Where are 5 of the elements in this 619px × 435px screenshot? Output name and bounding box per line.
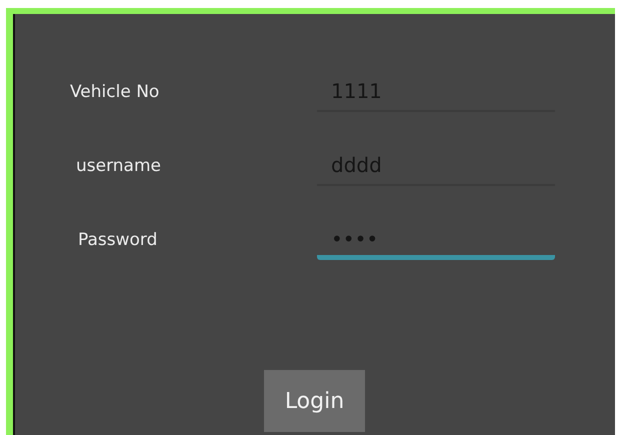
field-label: Password <box>78 230 158 250</box>
field-label: Vehicle No <box>70 82 160 102</box>
field-label: username <box>76 156 161 176</box>
input-field[interactable]: •••• <box>317 226 555 260</box>
login-button[interactable]: Login <box>264 370 365 432</box>
